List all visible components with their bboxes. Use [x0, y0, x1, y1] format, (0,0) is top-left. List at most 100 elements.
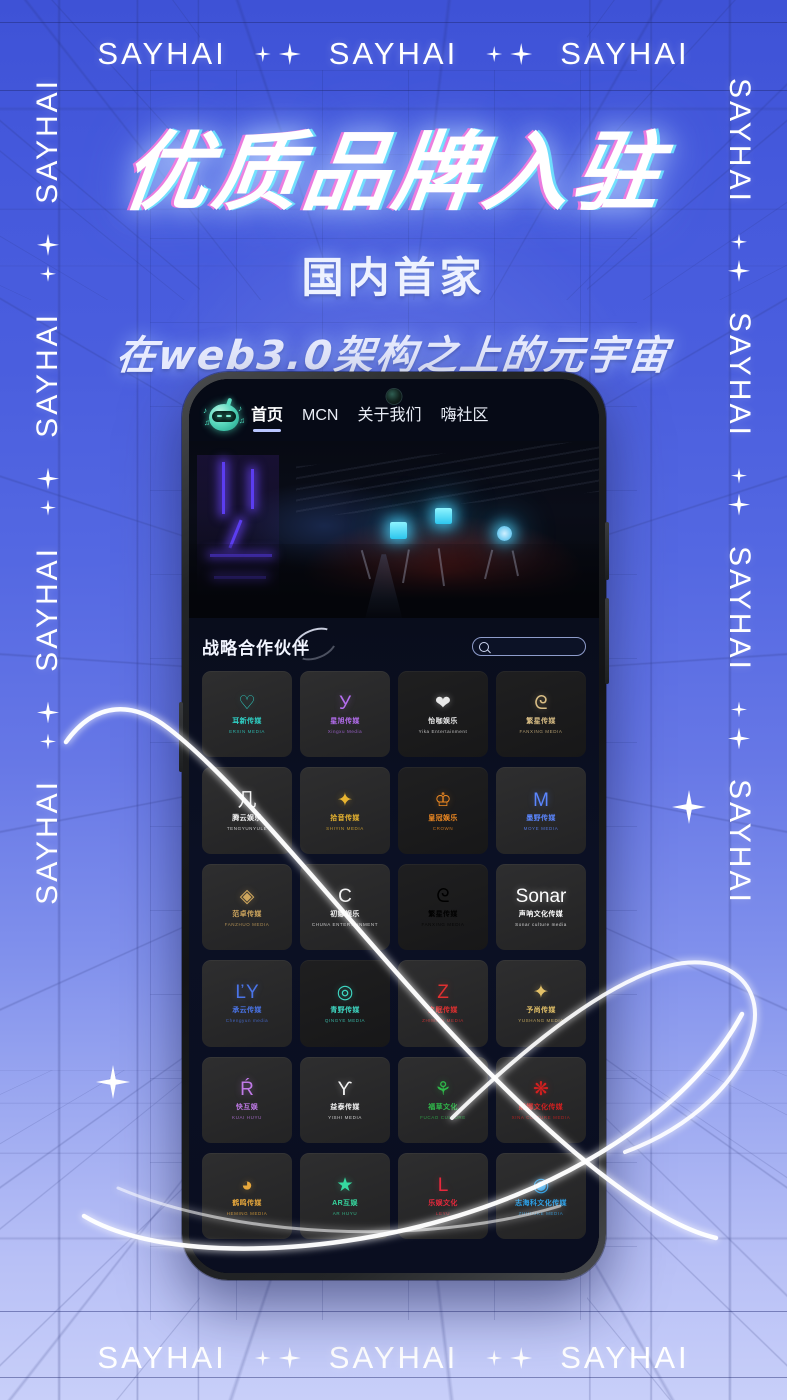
marquee-brand-2: SAYHAI [328, 36, 459, 71]
nav-item-mcn[interactable]: MCN [302, 407, 338, 432]
partner-logo-icon: ♔ [434, 789, 452, 811]
nav-item-about-us[interactable]: 关于我们 [357, 401, 421, 432]
sparkle-icon [731, 701, 747, 718]
partner-logo-tile[interactable]: М 墨野传媒 MOYE MEDIA [496, 767, 586, 854]
power-button[interactable] [605, 598, 609, 684]
marquee-bottom: SAYHAI SAYHAI SAYHAI [0, 1340, 787, 1376]
partner-name-en: FANZHUO MEDIA [224, 921, 270, 927]
sparkle-icon [40, 499, 56, 516]
partner-logo-tile[interactable]: ♔ 皇冠娱乐 CROWN [398, 767, 488, 854]
partner-logo-icon: ✦ [533, 982, 549, 1004]
partner-name-cn: 志海科文化传媒 [515, 1200, 567, 1208]
hero-neon-sign [496, 525, 512, 541]
marquee-top: SAYHAI SAYHAI SAYHAI [0, 36, 787, 72]
marquee-brand-6: SAYHAI [560, 1340, 690, 1375]
partner-name-en: AR HUYU [332, 1211, 358, 1217]
search-input[interactable] [489, 641, 599, 652]
marquee-brand-3: SAYHAI [560, 36, 690, 71]
partner-name-en: SHIYIN MEDIA [326, 825, 364, 831]
nav-item-home[interactable]: 首页 [251, 401, 283, 432]
partner-logo-tile[interactable]: ♡ 耳新传媒 ERXIN MEDIA [202, 671, 292, 758]
sparkle-icon [37, 467, 59, 490]
partner-logo-tile[interactable]: ⚘ 福草文化 FUCAO CULTURE [398, 1056, 488, 1143]
partner-name-cn: 熙娜文化传媒 [518, 1103, 564, 1111]
star-separator-2 [486, 43, 533, 65]
partner-name-cn: 乐娱文化 [428, 1200, 458, 1208]
partner-name-cn: 拾音传媒 [330, 814, 360, 822]
partner-logo-tile[interactable]: Ŕ 快互娱 KUAI HUYU [202, 1056, 292, 1143]
star-separator-1 [254, 43, 301, 65]
sparkle-icon [486, 1350, 503, 1366]
sayhai-mascot-logo-icon[interactable]: ♪ ♫ ♪ ♫ [203, 397, 245, 436]
partner-name-en: ZHIMIAN MEDIA [422, 1018, 464, 1024]
partner-name-en: MOYE MEDIA [523, 825, 559, 831]
partner-logo-icon: Ƴ [337, 1078, 353, 1100]
partner-logo-tile[interactable]: У 星旭传媒 Xingxu Media [300, 671, 390, 758]
partner-name-cn: AR互娱 [332, 1200, 358, 1208]
partner-name-en: XINA CULTURE MEDIA [511, 1114, 571, 1120]
partner-logo-tile[interactable]: ❤ 怡咖娱乐 Yika Entertainment [398, 671, 488, 758]
partner-name-cn: 繁星传媒 [526, 718, 556, 726]
partner-logo-icon: L [437, 1175, 449, 1197]
marquee-brand-1: SAYHAI [97, 36, 227, 71]
partner-name-cn: 声呐文化传媒 [518, 910, 564, 918]
partner-logo-icon: ◉ [532, 1175, 550, 1197]
sparkle-icon [37, 701, 59, 724]
partner-logo-tile[interactable]: C 初娜娱乐 CHUNA ENTERTAINMENT [300, 863, 390, 951]
partner-logo-icon: ★ [336, 1175, 354, 1197]
partner-logo-tile[interactable]: ◕ 鹤鸣传媒 HEMING MEDIA [202, 1152, 292, 1240]
partner-logo-tile[interactable]: Sonar 声呐文化传媒 Sonar culture media [496, 863, 586, 951]
partner-logo-icon: ❋ [533, 1078, 549, 1100]
music-note-icon: ♪ [238, 404, 242, 413]
sparkle-icon [278, 1347, 301, 1369]
partner-logo-tile[interactable]: ✦ 拾音传媒 SHIYIN MEDIA [300, 767, 390, 854]
phone-mockup: ♪ ♫ ♪ ♫ 首页 MCN 关于我们 嗨社区 战略合作伙伴 ♡ 耳新传媒 ER… [179, 372, 609, 1280]
hero-neon-sign [435, 508, 452, 525]
app-hero-banner[interactable] [189, 441, 599, 618]
partner-name-cn: 星旭传媒 [330, 718, 360, 726]
partners-header: 战略合作伙伴 [202, 634, 599, 659]
sparkle-icon [40, 733, 56, 750]
partner-logo-tile[interactable]: ★ AR互娱 AR HUYU [300, 1152, 390, 1240]
partner-logo-icon: ✦ [337, 789, 353, 811]
partner-logo-tile[interactable]: Ƴ 益泰传媒 YISHI MEDIA [300, 1056, 390, 1143]
partner-logo-tile[interactable]: 几腾云娱乐 TENGYUNYULE [202, 767, 292, 854]
volume-button[interactable] [605, 522, 609, 580]
phone-screen: ♪ ♫ ♪ ♫ 首页 MCN 关于我们 嗨社区 战略合作伙伴 ♡ 耳新传媒 ER… [189, 379, 599, 1273]
left-side-button[interactable] [179, 702, 183, 772]
partner-logo-icon: ❤ [435, 693, 451, 715]
partner-name-en: FUCAO CULTURE [420, 1114, 466, 1120]
subtitle-primary: 国内首家 [301, 253, 486, 303]
side-sparkles-l3 [37, 671, 59, 779]
partner-logo-icon: ĽY [235, 982, 259, 1004]
partner-logo-tile[interactable]: ◉ 志海科文化传媒 ZHIHAIKE MEDIA [496, 1152, 586, 1240]
partner-logo-tile[interactable]: ◈ 范卓传媒 FANZHUO MEDIA [202, 863, 292, 951]
partner-logo-icon: ᘓ [534, 693, 548, 715]
partner-name-en: LEYU [435, 1211, 451, 1217]
sparkle-icon [728, 727, 750, 750]
partner-name-cn: 鹤鸣传媒 [232, 1200, 262, 1208]
nav-item-community[interactable]: 嗨社区 [440, 401, 488, 432]
partner-logo-tile[interactable]: Z 之眠传媒 ZHIMIAN MEDIA [398, 960, 488, 1047]
partner-name-cn: 繁星传媒 [428, 910, 458, 918]
partner-name-en: CHUNA ENTERTAINMENT [311, 921, 379, 927]
partner-logo-tile[interactable]: ᘓ 繁星传媒 FANXING MEDIA [398, 863, 488, 951]
star-separator-4 [486, 1347, 533, 1369]
partner-name-en: HEMING MEDIA [226, 1211, 268, 1217]
partner-logo-tile[interactable]: L 乐娱文化 LEYU [398, 1152, 488, 1240]
partner-name-en: FANXING MEDIA [519, 729, 563, 735]
partner-name-en: YISHI MEDIA [328, 1114, 362, 1120]
partner-name-cn: 益泰传媒 [330, 1103, 360, 1111]
partner-search-box[interactable] [472, 637, 599, 656]
partner-name-cn: 墨野传媒 [526, 814, 556, 822]
star-separator-3 [254, 1347, 301, 1369]
side-brand-l3: SAYHAI [31, 545, 64, 672]
partner-logo-icon: М [533, 789, 549, 811]
partner-logo-tile[interactable]: ĽY 承云传媒 Chengyun media [202, 960, 292, 1047]
partner-name-cn: 腾云娱乐 [232, 814, 262, 822]
partner-logo-tile[interactable]: ᘓ 繁星传媒 FANXING MEDIA [496, 671, 586, 758]
partner-logo-tile[interactable]: ◎ 青野传媒 QINGYE MEDIA [300, 960, 390, 1047]
partner-logo-tile[interactable]: ❋ 熙娜文化传媒 XINA CULTURE MEDIA [496, 1056, 586, 1143]
partner-logo-tile[interactable]: ✦ 予尚传媒 YUSHANG MEDIA [496, 960, 586, 1047]
sparkle-icon [278, 43, 301, 65]
